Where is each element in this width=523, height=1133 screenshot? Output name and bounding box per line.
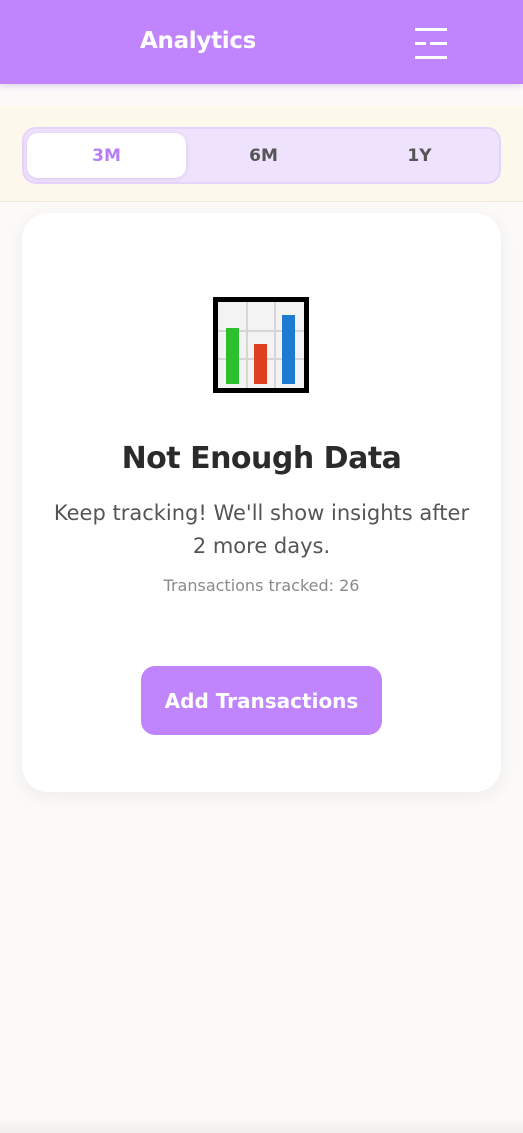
range-selector-section: 3M 6M 1Y: [0, 106, 523, 202]
app-header: Analytics: [0, 0, 523, 84]
tab-6m[interactable]: 6M: [184, 133, 343, 178]
menu-button[interactable]: [410, 24, 452, 64]
empty-state-message: Keep tracking! We'll show insights after…: [53, 501, 470, 558]
range-tabs: 3M 6M 1Y: [22, 127, 501, 184]
bottom-edge: [0, 1118, 523, 1133]
bar-chart-icon: [213, 297, 309, 393]
tab-1y[interactable]: 1Y: [340, 133, 499, 178]
analytics-screen: Analytics 3M 6M 1Y Not Enough Data Keep …: [0, 0, 523, 1133]
tab-3m[interactable]: 3M: [27, 133, 186, 178]
page-title: Analytics: [140, 28, 257, 54]
menu-icon: [415, 28, 447, 59]
transactions-tracked-count: Transactions tracked: 26: [163, 576, 360, 595]
add-transactions-button[interactable]: Add Transactions: [141, 666, 382, 735]
empty-state-title: Not Enough Data: [121, 441, 402, 476]
empty-state-card: Not Enough Data Keep tracking! We'll sho…: [22, 213, 501, 792]
